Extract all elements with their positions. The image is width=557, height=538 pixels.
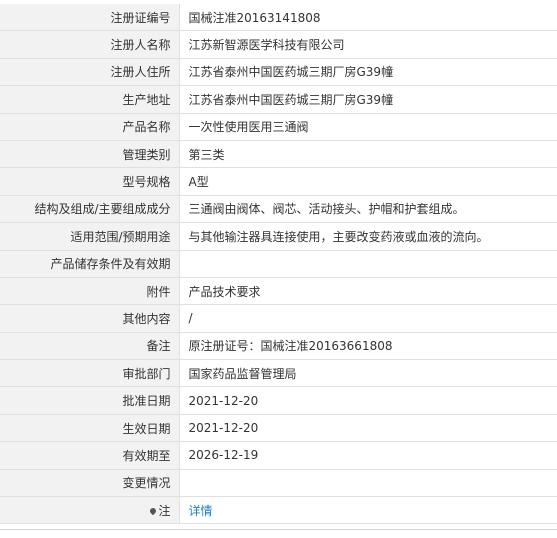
bottom-divider xyxy=(0,529,557,530)
value-registrant-address: 江苏省泰州中国医药城三期厂房G39幢 xyxy=(178,57,557,87)
row-change-history: 变更情况 xyxy=(0,468,557,498)
label-intended-use: 适用范围/预期用途 xyxy=(0,222,180,251)
label-registration-number: 注册证编号 xyxy=(0,4,180,32)
label-structure-composition: 结构及组成/主要组成成分 xyxy=(0,194,180,224)
value-approval-department: 国家药品监督管理局 xyxy=(178,359,557,388)
row-approval-department: 审批部门 国家药品监督管理局 xyxy=(0,359,557,388)
row-production-address: 生产地址 江苏省泰州中国医药城三期厂房G39幢 xyxy=(0,85,557,114)
value-model-spec: A型 xyxy=(178,167,557,196)
value-structure-composition: 三通阀由阀体、阀芯、活动接头、护帽和护套组成。 xyxy=(178,194,557,224)
label-registrant-name: 注册人名称 xyxy=(0,30,180,59)
label-model-spec: 型号规格 xyxy=(0,167,180,196)
row-expiry-date: 有效期至 2026-12-19 xyxy=(0,441,557,470)
label-expiry-date: 有效期至 xyxy=(0,441,180,470)
label-production-address: 生产地址 xyxy=(0,85,180,114)
note-label: 注 xyxy=(158,503,171,518)
label-management-category: 管理类别 xyxy=(0,139,180,169)
row-model-spec: 型号规格 A型 xyxy=(0,167,557,196)
value-product-name: 一次性使用医用三通阀 xyxy=(178,112,557,141)
value-management-category: 第三类 xyxy=(178,139,557,169)
label-other-content: 其他内容 xyxy=(0,304,180,333)
label-approval-date: 批准日期 xyxy=(0,386,180,415)
value-intended-use: 与其他输注器具连接使用，主要改变药液或血液的流向。 xyxy=(178,222,557,251)
row-approval-date: 批准日期 2021-12-20 xyxy=(0,386,557,415)
label-attachment: 附件 xyxy=(0,276,180,306)
label-note: 注 xyxy=(0,496,180,525)
label-storage-validity: 产品储存条件及有效期 xyxy=(0,249,180,278)
row-registration-number: 注册证编号 国械注准20163141808 xyxy=(0,4,557,32)
details-link[interactable]: 详情 xyxy=(189,504,213,518)
row-storage-validity: 产品储存条件及有效期 xyxy=(0,249,557,278)
label-remarks: 备注 xyxy=(0,331,180,361)
row-product-name: 产品名称 一次性使用医用三通阀 xyxy=(0,112,557,141)
value-note: 详情 xyxy=(178,496,557,525)
row-intended-use: 适用范围/预期用途 与其他输注器具连接使用，主要改变药液或血液的流向。 xyxy=(0,222,557,251)
value-change-history xyxy=(178,468,557,498)
label-registrant-address: 注册人住所 xyxy=(0,57,180,87)
value-registrant-name: 江苏新智源医学科技有限公司 xyxy=(178,30,557,59)
row-note: 注 详情 xyxy=(0,496,557,525)
value-other-content: / xyxy=(178,304,557,333)
value-approval-date: 2021-12-20 xyxy=(178,386,557,415)
row-attachment: 附件 产品技术要求 xyxy=(0,276,557,306)
row-registrant-name: 注册人名称 江苏新智源医学科技有限公司 xyxy=(0,30,557,59)
row-structure-composition: 结构及组成/主要组成成分 三通阀由阀体、阀芯、活动接头、护帽和护套组成。 xyxy=(0,194,557,224)
value-attachment: 产品技术要求 xyxy=(178,276,557,306)
value-storage-validity xyxy=(178,249,557,278)
label-effective-date: 生效日期 xyxy=(0,413,180,443)
value-registration-number: 国械注准20163141808 xyxy=(178,4,557,32)
row-effective-date: 生效日期 2021-12-20 xyxy=(0,413,557,443)
label-product-name: 产品名称 xyxy=(0,112,180,141)
value-expiry-date: 2026-12-19 xyxy=(178,441,557,470)
registration-detail-table: 注册证编号 国械注准20163141808 注册人名称 江苏新智源医学科技有限公… xyxy=(0,4,557,525)
value-remarks: 原注册证号：国械注准20163661808 xyxy=(178,331,557,361)
row-registrant-address: 注册人住所 江苏省泰州中国医药城三期厂房G39幢 xyxy=(0,57,557,87)
row-remarks: 备注 原注册证号：国械注准20163661808 xyxy=(0,331,557,361)
value-production-address: 江苏省泰州中国医药城三期厂房G39幢 xyxy=(178,85,557,114)
row-other-content: 其他内容 / xyxy=(0,304,557,333)
label-approval-department: 审批部门 xyxy=(0,359,180,388)
label-change-history: 变更情况 xyxy=(0,468,180,498)
row-management-category: 管理类别 第三类 xyxy=(0,139,557,169)
location-pin-icon xyxy=(149,506,158,515)
value-effective-date: 2021-12-20 xyxy=(178,413,557,443)
